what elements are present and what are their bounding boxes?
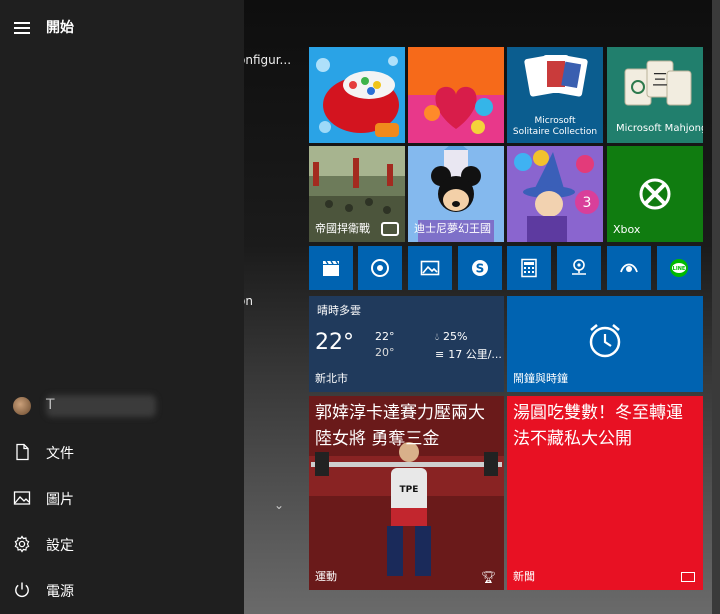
trophy-icon: 🏆︎ (480, 570, 496, 584)
weather-wind: ≡ 17 公里/... (435, 346, 502, 362)
nav-item-power[interactable]: 電源 (0, 569, 244, 613)
tile-bubble-witch[interactable]: 3 (507, 146, 603, 242)
nav-item-documents[interactable]: 文件 (0, 431, 244, 475)
power-icon (15, 582, 29, 598)
game-badge-icon (381, 222, 399, 236)
sports-headline: 郭婞淳卡達賽力壓兩大陸女將 勇奪三金 (315, 403, 485, 449)
app-list-item-label[interactable]: onfigur... (244, 53, 291, 67)
tile-microsoft-mahjong[interactable]: 三 Microsoft Mahjong (607, 47, 703, 143)
tile-label: 運動 (315, 570, 337, 583)
paint-3d-icon (620, 263, 638, 273)
bubble-witch-icon: 3 (507, 146, 603, 242)
tile-news[interactable]: 湯圓吃雙數！冬至轉運法不藏私大公開 新聞 (507, 396, 703, 590)
wind-icon: ≡ (435, 348, 445, 361)
weather-temperature: 22° (315, 330, 354, 355)
nav-user[interactable]: T (0, 385, 244, 429)
tile-label: 新聞 (513, 570, 535, 583)
news-icon (681, 572, 695, 582)
solitaire-line1: Microsoft (534, 116, 576, 126)
clapperboard-icon (323, 260, 339, 276)
tile-skype[interactable]: S (458, 246, 502, 290)
tile-calculator[interactable] (507, 246, 551, 290)
tile-paint-3d[interactable] (607, 246, 651, 290)
weather-low: 20° (375, 346, 395, 359)
nav-item-label: 設定 (46, 538, 74, 554)
tile-label: 迪士尼夢幻王國 (414, 222, 491, 235)
raindrop-icon: 💧︎ (435, 332, 439, 343)
svg-text:三: 三 (652, 70, 668, 89)
groove-music-icon (371, 259, 389, 277)
avatar (13, 397, 31, 415)
username-redacted (46, 395, 156, 417)
tile-movies-tv[interactable] (309, 246, 353, 290)
nav-item-label: 圖片 (46, 492, 74, 508)
start-header: 開始 (0, 0, 244, 56)
tile-groove-music[interactable] (358, 246, 402, 290)
start-title: 開始 (46, 20, 74, 36)
line-app-icon: LINE (670, 259, 688, 277)
tile-label: Microsoft Solitaire Collection (507, 116, 603, 138)
user-name: T (46, 397, 55, 413)
tile-alarms-clock[interactable]: 鬧鐘與時鐘 (507, 296, 703, 392)
nav-item-pictures[interactable]: 圖片 (0, 477, 244, 521)
start-nav-pane: 開始 T 文件 圖片 設定 電源 (0, 0, 244, 614)
app-list[interactable]: onfigur... on ⌄ (244, 0, 300, 614)
tile-maps[interactable] (557, 246, 601, 290)
nav-item-settings[interactable]: 設定 (0, 523, 244, 567)
weather-wind-value: 17 公里/... (448, 348, 502, 361)
weather-location: 新北市 (315, 372, 348, 385)
candy-crush-soda-icon (309, 47, 405, 143)
tile-label: Microsoft Mahjong (616, 123, 703, 134)
tile-weather[interactable]: 晴時多雲 22° 22° 20° 💧︎ 25% ≡ 17 公里/... 新北市 (309, 296, 504, 392)
weather-condition: 晴時多雲 (317, 304, 361, 317)
screen-edge (712, 0, 720, 614)
nav-item-label: 電源 (46, 584, 74, 600)
hamburger-menu-icon[interactable] (14, 22, 30, 34)
tile-label: 鬧鐘與時鐘 (513, 372, 568, 385)
svg-text:S: S (476, 262, 485, 276)
candy-crush-saga-icon (408, 47, 504, 143)
tile-sports[interactable]: TPE 郭婞淳卡達賽力壓兩大陸女將 勇奪三金 運動 🏆︎ (309, 396, 504, 590)
gear-icon (14, 535, 30, 553)
tile-xbox[interactable]: Xbox (607, 146, 703, 242)
tile-label: Xbox (613, 223, 641, 236)
weather-high: 22° (375, 330, 395, 343)
skype-icon: S (472, 260, 488, 276)
news-headline: 湯圓吃雙數！冬至轉運法不藏私大公開 (513, 403, 683, 449)
tile-candy-crush-soda[interactable] (309, 47, 405, 143)
nav-item-label: 文件 (46, 446, 74, 462)
tile-label: 帝國捍衛戰 (315, 222, 370, 235)
tile-disney-magic-kingdoms[interactable]: 迪士尼夢幻王國 (408, 146, 504, 242)
app-list-item-label[interactable]: on (244, 294, 253, 308)
svg-text:3: 3 (583, 195, 592, 211)
document-icon (16, 443, 29, 461)
solitaire-line2: Solitaire Collection (512, 127, 598, 137)
tile-candy-crush-saga[interactable] (408, 47, 504, 143)
tile-photos[interactable] (408, 246, 452, 290)
weather-rain-value: 25% (443, 330, 468, 343)
tile-empire[interactable]: 帝國捍衛戰 (309, 146, 405, 242)
chevron-down-icon[interactable]: ⌄ (274, 498, 284, 512)
weather-rain: 💧︎ 25% (435, 330, 467, 343)
tile-microsoft-solitaire[interactable]: Microsoft Solitaire Collection (507, 47, 603, 143)
pictures-icon (13, 491, 31, 505)
maps-pin-icon (572, 259, 586, 275)
tile-line[interactable]: LINE (657, 246, 701, 290)
svg-text:TPE: TPE (400, 485, 419, 495)
calculator-icon (521, 258, 537, 278)
photos-icon (420, 260, 440, 276)
svg-text:LINE: LINE (673, 266, 686, 272)
